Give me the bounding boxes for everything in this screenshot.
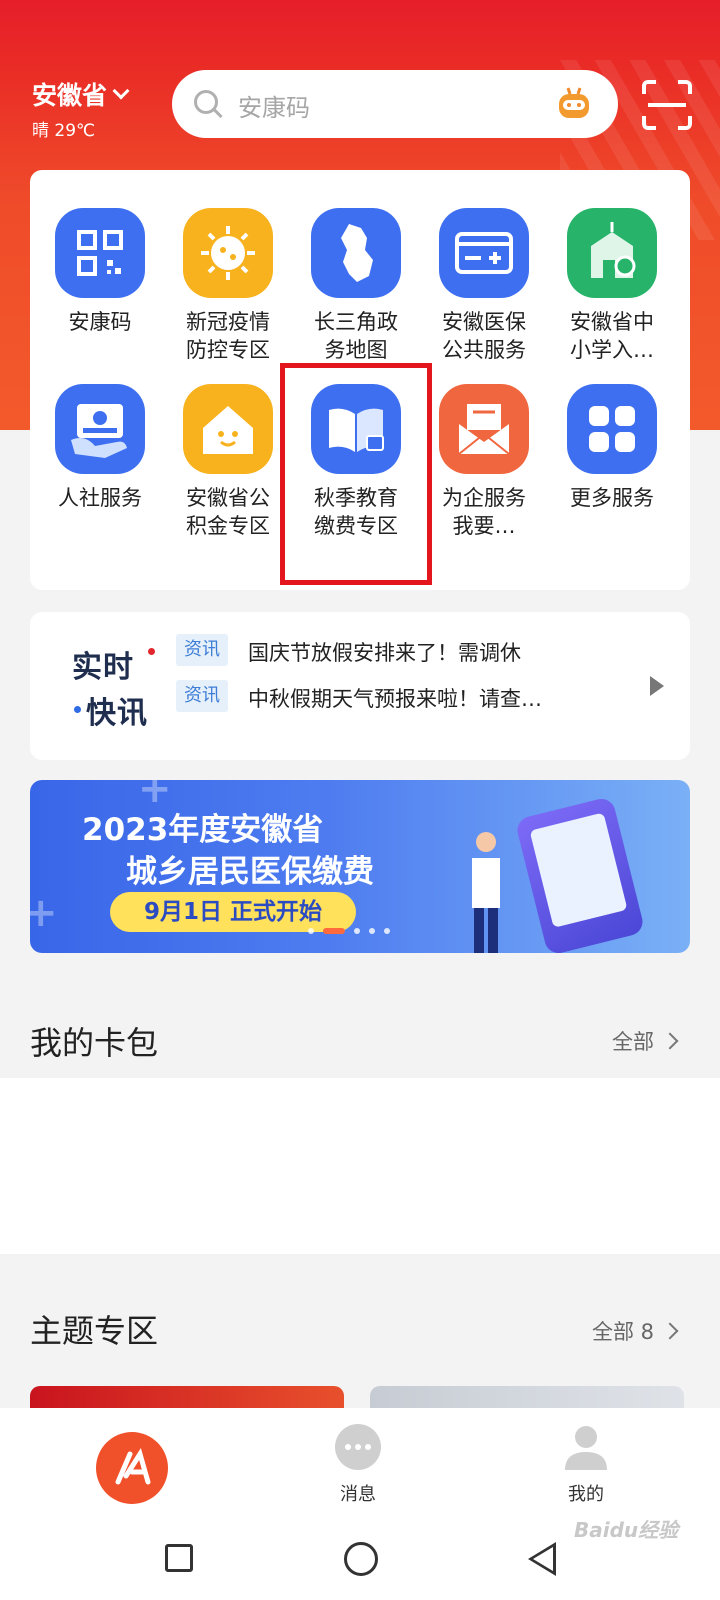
news-tag: 资讯 <box>176 680 228 712</box>
news-item[interactable]: 国庆节放假安排来了！需调休 <box>248 637 521 667</box>
wallet-area <box>0 1078 720 1254</box>
carousel-dot <box>369 928 375 934</box>
service-label: 安徽医保 公共服务 <box>442 310 526 362</box>
back-triangle-icon[interactable] <box>528 1542 556 1576</box>
highlight-box <box>280 363 432 585</box>
weather-text: 晴 29℃ <box>32 121 96 141</box>
service-label: 人社服务 <box>58 486 142 510</box>
carousel-dot <box>354 928 360 934</box>
service-label: 安康码 <box>68 310 132 334</box>
grid-icon <box>567 384 657 474</box>
service-yangtze-map[interactable]: 长三角政 务地图 <box>292 208 420 364</box>
phone-illustration-icon <box>514 795 646 953</box>
play-arrow-icon[interactable] <box>650 676 664 696</box>
banner-line2: 城乡居民医保缴费 <box>126 854 374 890</box>
service-label: 更多服务 <box>570 486 654 510</box>
news-item[interactable]: 中秋假期天气预报来啦！请查… <box>248 683 542 713</box>
search-icon <box>194 90 218 114</box>
chat-bubble-icon <box>333 1422 383 1472</box>
theme-title: 主题专区 <box>30 1312 159 1350</box>
service-label: 新冠疫情 防控专区 <box>186 310 270 362</box>
scan-icon[interactable] <box>640 78 694 132</box>
tab-message-label: 消息 <box>340 1484 376 1505</box>
province-selector[interactable]: 安徽省 <box>32 76 130 112</box>
header: 安徽省 晴 29℃ 安康码 <box>0 70 720 150</box>
carousel-dot <box>384 928 390 934</box>
chevron-down-icon <box>112 82 130 100</box>
service-more[interactable]: 更多服务 <box>548 384 676 512</box>
social-security-card-icon <box>55 384 145 474</box>
doctor-illustration-icon <box>472 832 500 953</box>
user-icon <box>561 1422 611 1472</box>
tab-mine[interactable]: 我的 <box>546 1422 626 1506</box>
envelope-icon <box>439 384 529 474</box>
bottom-tab-bar: 消息 我的 <box>0 1408 720 1516</box>
watermark: Baidu经验 <box>574 1518 679 1542</box>
wallet-more-label: 全部 <box>612 1030 654 1054</box>
map-icon <box>311 208 401 298</box>
service-ankang-code[interactable]: 安康码 <box>36 208 164 336</box>
home-circle-icon[interactable] <box>344 1542 378 1576</box>
tab-message[interactable]: 消息 <box>318 1422 398 1506</box>
service-enterprise[interactable]: 为企服务 我要… <box>420 384 548 540</box>
recent-apps-icon[interactable] <box>165 1544 193 1572</box>
theme-more-link[interactable]: 全部 8 <box>592 1316 679 1346</box>
red-dot <box>148 648 155 655</box>
news-ticker[interactable]: 实时 快讯 资讯 国庆节放假安排来了！需调休 资讯 中秋假期天气预报来啦！请查… <box>30 612 690 760</box>
news-logo-bottom: 快讯 <box>86 696 148 731</box>
service-label: 安徽省中 小学入… <box>570 310 654 362</box>
chevron-right-icon <box>661 1032 679 1050</box>
service-social-security[interactable]: 人社服务 <box>36 384 164 512</box>
virus-icon <box>183 208 273 298</box>
news-tag: 资讯 <box>176 634 228 666</box>
service-medical-insurance[interactable]: 安徽医保 公共服务 <box>420 208 548 364</box>
carousel-dots <box>308 928 390 934</box>
home-logo-icon[interactable] <box>96 1432 168 1504</box>
robot-assistant-icon[interactable] <box>554 84 594 124</box>
banner-line1: 2023年度安徽省 <box>82 812 324 848</box>
chevron-right-icon <box>661 1322 679 1340</box>
wallet-more-link[interactable]: 全部 <box>612 1026 679 1056</box>
carousel-dot <box>308 928 314 934</box>
plus-decor-icon: + <box>30 890 58 936</box>
promo-banner[interactable]: + + + 2023年度安徽省 城乡居民医保缴费 9月1日 正式开始 <box>30 780 690 953</box>
service-housing-fund[interactable]: 安徽省公 积金专区 <box>164 384 292 540</box>
school-icon <box>567 208 657 298</box>
service-covid-zone[interactable]: 新冠疫情 防控专区 <box>164 208 292 364</box>
card-icon <box>439 208 529 298</box>
theme-more-label: 全部 8 <box>592 1320 655 1344</box>
qr-code-icon <box>55 208 145 298</box>
house-icon <box>183 384 273 474</box>
banner-date-pill: 9月1日 正式开始 <box>110 892 356 932</box>
service-label: 安徽省公 积金专区 <box>186 486 270 538</box>
search-bar[interactable]: 安康码 <box>172 70 618 138</box>
news-logo-top: 实时 <box>72 650 134 685</box>
wallet-title: 我的卡包 <box>30 1024 159 1062</box>
service-label: 长三角政 务地图 <box>314 310 398 362</box>
carousel-dot-active <box>323 928 345 934</box>
service-school-enrollment[interactable]: 安徽省中 小学入… <box>548 208 676 364</box>
blue-dot <box>74 706 81 713</box>
province-label: 安徽省 <box>32 81 108 110</box>
service-label: 为企服务 我要… <box>442 486 526 538</box>
tab-mine-label: 我的 <box>568 1484 604 1505</box>
search-placeholder: 安康码 <box>238 94 310 122</box>
